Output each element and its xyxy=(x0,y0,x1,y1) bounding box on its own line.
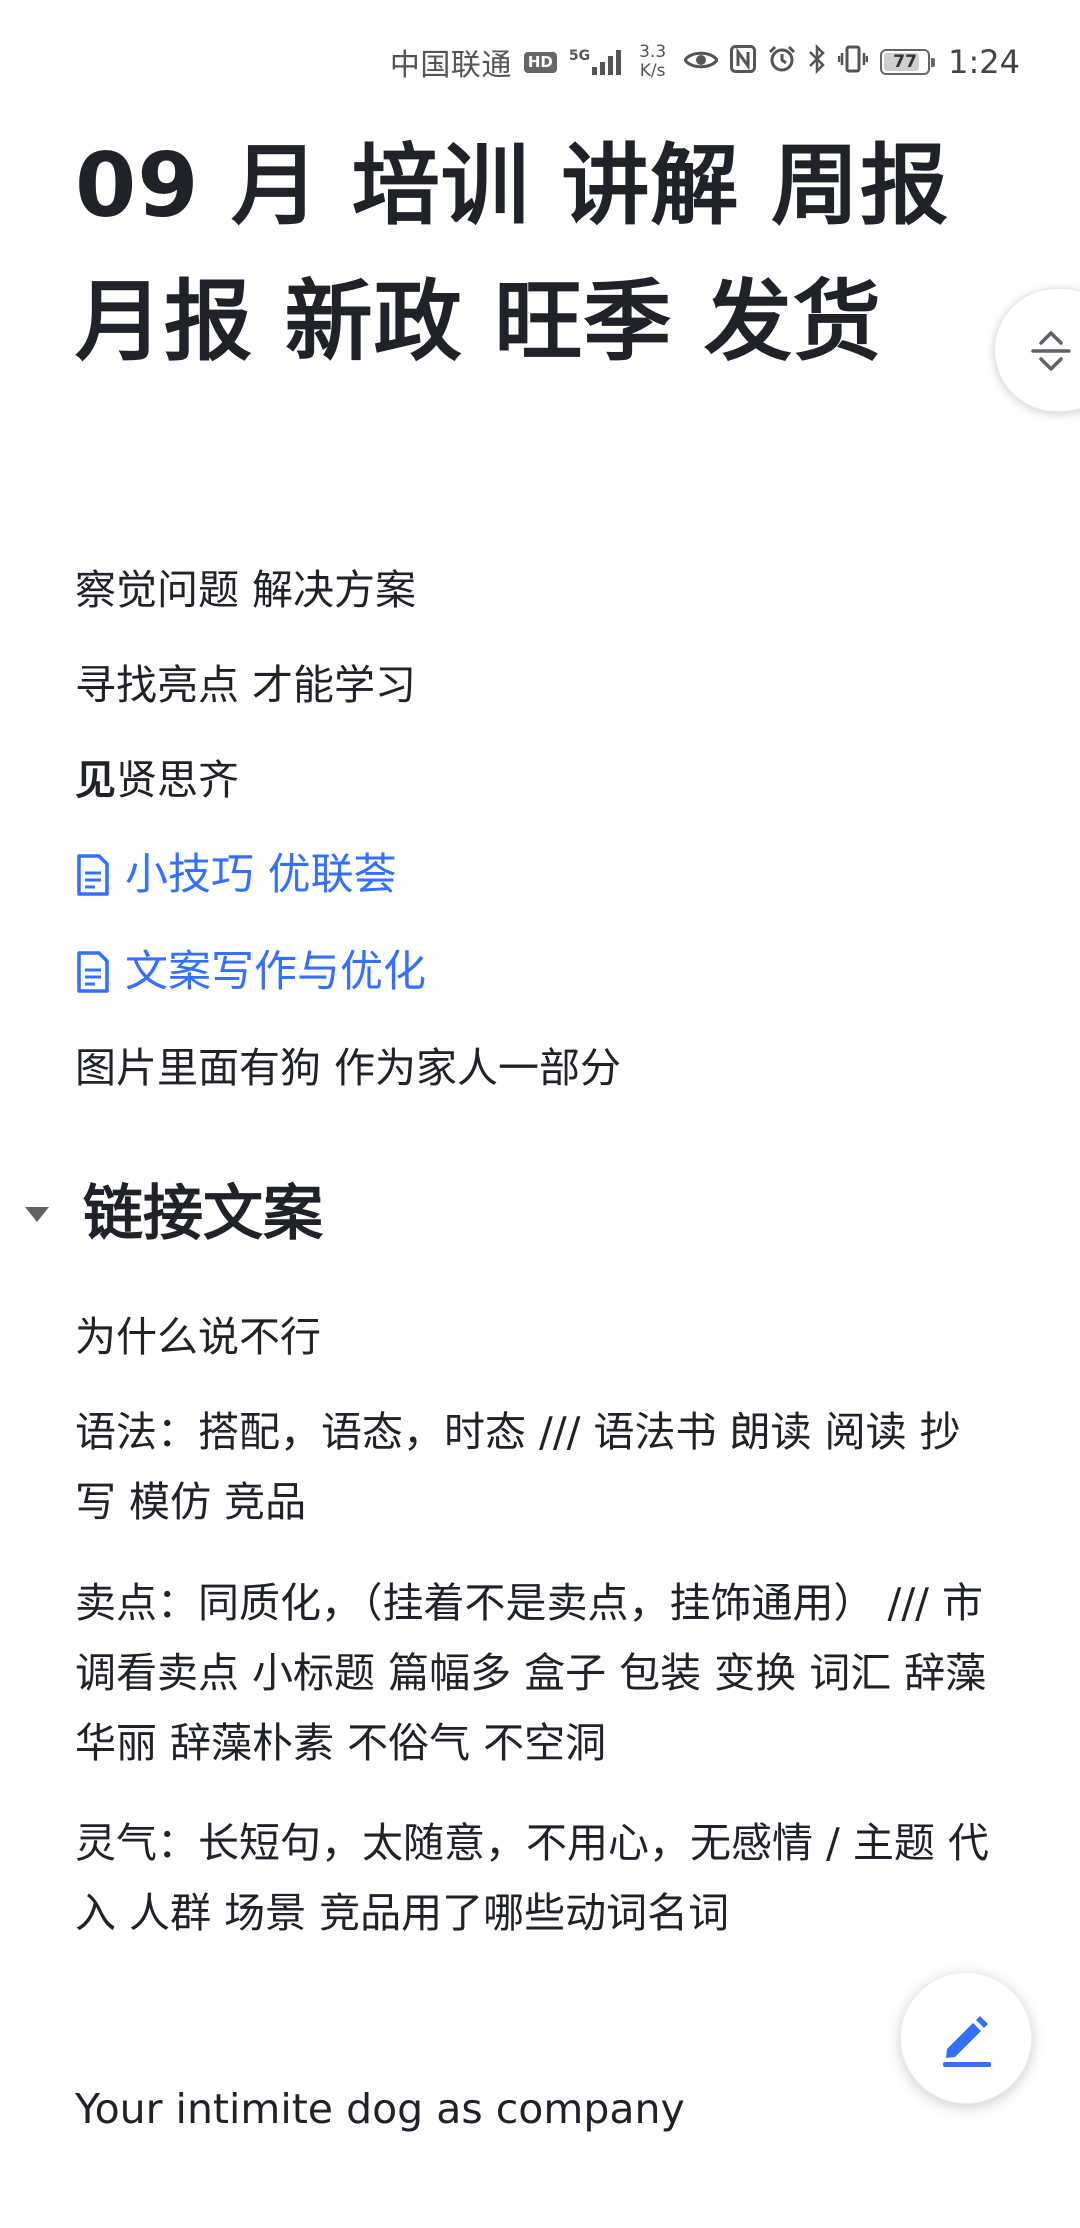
doc-link-tips[interactable]: 小技巧 优联荟 xyxy=(75,840,397,910)
battery-icon: 77 xyxy=(880,49,936,75)
doc-link-copywriting[interactable]: 文案写作与优化 xyxy=(75,937,426,1007)
clock: 1:24 xyxy=(948,43,1020,81)
section-heading: 链接文案 xyxy=(20,1170,323,1258)
hd-badge: HD xyxy=(523,51,557,73)
paragraph-dog[interactable]: 图片里面有狗 作为家人一部分 xyxy=(75,1033,995,1103)
status-row: 中国联通 HD 5G 3.3 K/s 77 1:24 xyxy=(390,40,1020,84)
signal-bars xyxy=(592,49,622,75)
speed-unit: K/s xyxy=(639,61,666,81)
edit-button[interactable] xyxy=(900,1972,1032,2104)
network-speed: 3.3 K/s xyxy=(639,43,666,81)
paragraph-virtue[interactable]: 见贤思齐 xyxy=(75,745,995,815)
paragraph-problem[interactable]: 察觉问题 解决方案 xyxy=(75,555,995,625)
doc-icon xyxy=(77,854,109,896)
status-bar: 中国联通 HD 5G 3.3 K/s 77 1:24 xyxy=(0,28,1080,100)
paragraph-highlight[interactable]: 寻找亮点 才能学习 xyxy=(75,650,995,720)
paragraph-english[interactable]: Your intimite dog as company xyxy=(75,2074,995,2144)
section-item-why[interactable]: 为什么说不行 xyxy=(75,1302,995,1372)
vibrate-icon xyxy=(837,45,869,79)
bold-text: 见 xyxy=(75,756,116,804)
plain-text: 贤思齐 xyxy=(116,756,239,804)
doc-link-label: 文案写作与优化 xyxy=(125,947,426,997)
bluetooth-icon xyxy=(808,43,826,80)
outline-toggle-button[interactable] xyxy=(994,288,1080,412)
alarm-icon xyxy=(768,45,796,79)
battery-level: 77 xyxy=(893,52,917,72)
caret-down-icon[interactable] xyxy=(20,1197,54,1231)
eye-icon xyxy=(683,47,719,77)
doc-icon xyxy=(77,951,109,993)
section-item-selling-points[interactable]: 卖点：同质化，（挂着不是卖点，挂饰通用） /// 市调看卖点 小标题 篇幅多 盒… xyxy=(75,1568,995,1778)
carrier-name: 中国联通 xyxy=(389,48,512,83)
edit-pencil-icon xyxy=(943,2016,991,2067)
signal-icon: 5G xyxy=(568,48,622,75)
doc-link-label: 小技巧 优联荟 xyxy=(125,850,397,900)
outline-toggle-icon xyxy=(1031,331,1071,371)
document-title[interactable]: 09 月 培训 讲解 周报 月报 新政 旺季 发货 xyxy=(75,118,975,390)
section-heading-text[interactable]: 链接文案 xyxy=(83,1170,323,1258)
network-type: 5G xyxy=(568,48,591,64)
nfc-icon xyxy=(730,45,757,79)
speed-value: 3.3 xyxy=(639,42,667,62)
section-item-spirit[interactable]: 灵气：长短句，太随意，不用心，无感情 / 主题 代入 人群 场景 竞品用了哪些动… xyxy=(75,1808,995,1948)
section-item-grammar[interactable]: 语法：搭配，语态，时态 /// 语法书 朗读 阅读 抄写 模仿 竞品 xyxy=(75,1397,995,1537)
